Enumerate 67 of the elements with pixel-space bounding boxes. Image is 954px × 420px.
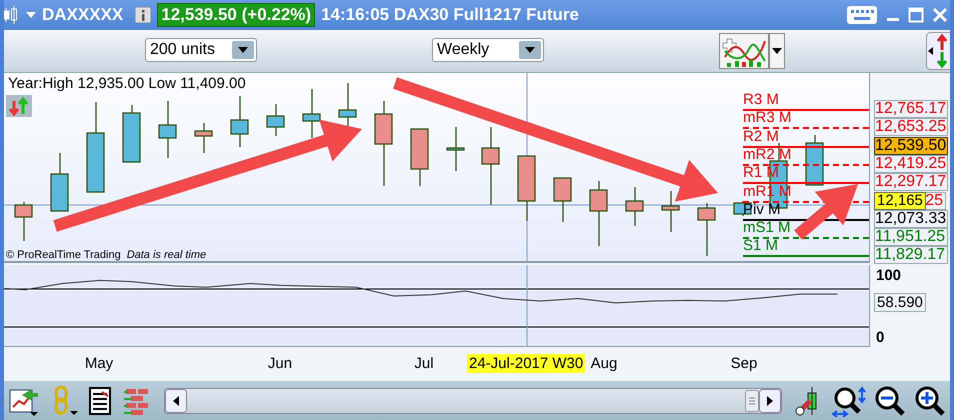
price-quote: 12,539.50 (+0.22%) [157, 3, 316, 27]
scale-min-label: 0 [876, 329, 884, 346]
candlestick [122, 105, 141, 163]
price-tag: 12,765.17 [874, 100, 948, 118]
instrument-info: 14:16:05 DAX30 Full1217 Future [321, 5, 580, 25]
pivot-label: mR3 M [743, 109, 792, 126]
zoom-out-icon[interactable] [874, 384, 906, 416]
pivot-label: mS1 M [743, 219, 791, 236]
month-label: Sep [730, 355, 758, 372]
candlestick-icon[interactable] [4, 5, 18, 25]
pivot-label: R3 M [743, 91, 779, 108]
candlestick [517, 155, 536, 221]
candlestick [266, 104, 285, 136]
candlestick [194, 123, 213, 153]
candlestick [14, 202, 33, 241]
period-dropdown[interactable]: Weekly [432, 38, 544, 62]
month-label: Aug [590, 355, 618, 372]
candlestick [446, 127, 465, 171]
zoom-in-icon[interactable] [914, 384, 946, 416]
price-tag: 12,539.50 [874, 136, 948, 155]
candlestick [50, 153, 69, 212]
price-tag: 11,951.25 [874, 228, 948, 246]
caret-icon[interactable] [232, 41, 254, 59]
year-range-text: Year:High 12,935.00 Low 11,409.00 [8, 75, 246, 92]
candlestick [410, 128, 429, 186]
month-label: May [84, 355, 114, 372]
oscillator-value-tag: 58.590 [874, 293, 926, 312]
candlestick [625, 187, 644, 226]
units-dropdown[interactable]: 200 units [145, 38, 257, 62]
keyboard-icon[interactable] [846, 5, 878, 25]
scroll-left-button[interactable] [165, 388, 187, 412]
candlestick [302, 89, 321, 138]
candlestick [697, 203, 716, 256]
price-tag: 12,419.25 [874, 154, 948, 173]
trend-arrow [794, 184, 858, 240]
pivot-label: mR2 M [743, 146, 792, 163]
list-icon[interactable] [88, 386, 114, 416]
scale-max-label: 100 [876, 267, 902, 284]
candlestick [661, 191, 680, 232]
month-label: Jul [413, 355, 435, 372]
maximize-icon[interactable] [908, 7, 924, 23]
month-label: Jun [266, 355, 294, 372]
data-status-text: Data is real time [126, 249, 206, 261]
price-tag: 25 [924, 192, 946, 210]
caret-icon[interactable] [769, 33, 785, 69]
cursor-price-tag: 12,165 [874, 192, 926, 210]
price-tag: 12,297.17 [874, 173, 948, 192]
copyright-text: © ProRealTime Trading [6, 249, 121, 261]
caret-icon[interactable] [519, 41, 541, 59]
scroll-right-button[interactable] [759, 388, 781, 412]
pivot-label: S1 M [743, 237, 778, 254]
swap-arrows-icon[interactable] [926, 32, 950, 70]
candlestick [589, 181, 608, 246]
candlestick [338, 83, 357, 127]
candlestick [230, 96, 249, 147]
pivot-label: R2 M [743, 128, 779, 145]
cursor-date-tag: 24-Jul-2017 W30 [467, 354, 586, 373]
scroll-thumb[interactable] [745, 390, 759, 412]
close-icon[interactable] [932, 7, 948, 23]
price-tag: 11,829.17 [874, 246, 948, 264]
indicator-chart-icon[interactable] [719, 33, 769, 69]
zoom-fit-icon[interactable] [832, 384, 866, 416]
price-tag: 12,653.25 [874, 118, 948, 136]
candlestick [158, 101, 177, 158]
price-tag: 12,073.33 [874, 210, 948, 228]
info-icon[interactable] [135, 7, 152, 23]
candlestick [553, 177, 572, 222]
